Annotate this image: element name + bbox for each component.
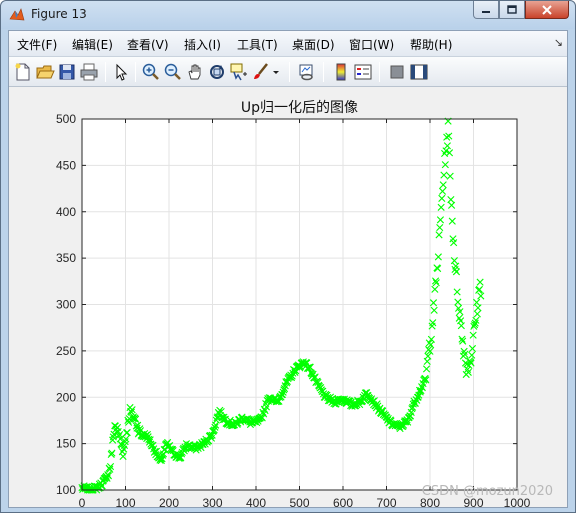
link-plot-icon[interactable] xyxy=(297,62,317,82)
brush-icon[interactable] xyxy=(251,62,271,82)
toolbar-separator xyxy=(105,62,106,82)
chart-title: Up归一化后的图像 xyxy=(241,99,358,116)
y-tick-label: 250 xyxy=(56,344,76,358)
rotate-3d-icon[interactable] xyxy=(207,62,227,82)
x-tick-label: 400 xyxy=(246,496,266,507)
y-tick-label: 350 xyxy=(56,251,76,265)
scatter-plot[interactable]: 0 100 200 300 400 500 600 700 800 900 100010015020… xyxy=(9,88,567,507)
y-tick-label: 300 xyxy=(56,298,76,312)
maximize-icon xyxy=(507,5,517,14)
matlab-icon xyxy=(9,8,25,21)
menu-window[interactable]: 窗口(W) xyxy=(349,36,394,53)
x-tick-label: 100 xyxy=(115,496,135,507)
menu-desktop[interactable]: 桌面(D) xyxy=(292,36,335,53)
figure-window: Figure 13 文件(F) 编辑(E) 查看(V) 插入(I) 工具(T) … xyxy=(0,0,576,513)
maximize-button[interactable] xyxy=(499,1,525,19)
menu-grip-icon[interactable]: ↘ xyxy=(554,36,563,49)
menu-help[interactable]: 帮助(H) xyxy=(410,36,452,53)
show-plot-tools-icon[interactable] xyxy=(409,62,429,82)
x-tick-label: 0 xyxy=(79,496,86,507)
y-tick-label: 150 xyxy=(56,437,76,451)
x-tick-label: 500 xyxy=(289,496,309,507)
menu-insert[interactable]: 插入(I) xyxy=(184,36,221,53)
x-tick-label: 600 xyxy=(333,496,353,507)
minimize-icon xyxy=(482,10,490,13)
figure-client-area: 文件(F) 编辑(E) 查看(V) 插入(I) 工具(T) 桌面(D) 窗口(W… xyxy=(8,30,568,508)
save-icon[interactable] xyxy=(57,62,77,82)
print-icon[interactable] xyxy=(79,62,99,82)
data-cursor-icon[interactable] xyxy=(229,62,249,82)
figure-canvas[interactable]: 0 100 200 300 400 500 600 700 800 900 1000 100 150 20… xyxy=(9,88,567,507)
x-tick-label: 700 xyxy=(376,496,396,507)
x-tick-label: 300 xyxy=(202,496,222,507)
y-tick-label: 450 xyxy=(56,158,76,172)
figure-toolbar xyxy=(9,57,567,87)
y-tick-label: 500 xyxy=(56,112,76,126)
title-bar[interactable]: Figure 13 xyxy=(1,1,575,29)
colorbar-icon[interactable] xyxy=(331,62,351,82)
close-button[interactable] xyxy=(525,1,569,19)
hide-plot-tools-icon[interactable] xyxy=(387,62,407,82)
zoom-out-icon[interactable] xyxy=(163,62,183,82)
close-icon xyxy=(542,4,552,15)
chevron-down-icon[interactable] xyxy=(271,62,281,82)
toolbar-separator xyxy=(379,62,380,82)
pointer-icon[interactable] xyxy=(111,62,131,82)
legend-icon[interactable] xyxy=(353,62,373,82)
x-tick-label: 200 xyxy=(159,496,179,507)
menu-file[interactable]: 文件(F) xyxy=(17,36,57,53)
new-figure-icon[interactable] xyxy=(13,62,33,82)
open-icon[interactable] xyxy=(35,62,55,82)
minimize-button[interactable] xyxy=(473,1,499,19)
pan-icon[interactable] xyxy=(185,62,205,82)
menu-bar: 文件(F) 编辑(E) 查看(V) 插入(I) 工具(T) 桌面(D) 窗口(W… xyxy=(9,31,567,57)
y-tick-label: 400 xyxy=(56,205,76,219)
toolbar-separator xyxy=(289,62,290,82)
window-title: Figure 13 xyxy=(31,7,87,21)
toolbar-separator xyxy=(135,62,136,82)
menu-edit[interactable]: 编辑(E) xyxy=(72,36,113,53)
watermark-text: CSDN @mozun2020 xyxy=(421,484,553,499)
toolbar-separator xyxy=(323,62,324,82)
menu-tools[interactable]: 工具(T) xyxy=(237,36,278,53)
zoom-in-icon[interactable] xyxy=(141,62,161,82)
y-tick-label: 200 xyxy=(56,390,76,404)
menu-view[interactable]: 查看(V) xyxy=(127,36,169,53)
y-tick-label: 100 xyxy=(56,483,76,497)
